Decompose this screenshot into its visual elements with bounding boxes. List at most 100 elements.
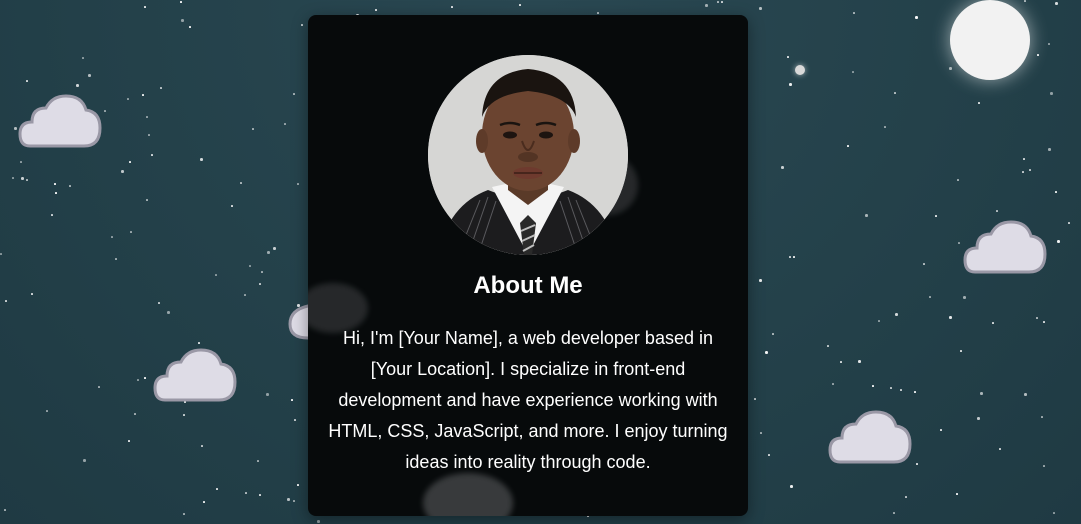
cloud-icon	[18, 92, 102, 148]
star-icon	[231, 205, 233, 207]
star-icon	[12, 177, 14, 179]
star-icon	[1055, 191, 1057, 193]
star-icon	[261, 271, 263, 273]
star-icon	[1055, 2, 1058, 5]
star-icon	[759, 279, 762, 282]
star-icon	[1043, 321, 1045, 323]
star-icon	[1050, 92, 1053, 95]
star-icon	[1023, 158, 1025, 160]
star-icon	[144, 377, 146, 379]
star-icon	[915, 16, 918, 19]
star-icon	[916, 463, 918, 465]
star-icon	[717, 1, 719, 3]
star-icon	[293, 500, 295, 502]
star-icon	[317, 520, 320, 523]
star-icon	[949, 316, 952, 319]
star-icon	[992, 322, 994, 324]
star-icon	[183, 414, 185, 416]
star-icon	[259, 494, 261, 496]
star-icon	[287, 498, 290, 501]
profile-photo-icon	[428, 55, 628, 255]
star-icon	[893, 512, 895, 514]
star-icon	[181, 19, 184, 22]
star-icon	[146, 116, 148, 118]
star-icon	[294, 419, 296, 421]
star-icon	[115, 258, 117, 260]
star-icon	[963, 296, 966, 299]
star-icon	[1024, 0, 1026, 2]
star-icon	[134, 413, 136, 415]
star-icon	[1041, 416, 1043, 418]
star-icon	[878, 320, 880, 322]
star-icon	[216, 488, 218, 490]
star-icon	[215, 274, 217, 276]
star-icon	[273, 247, 276, 250]
star-icon	[768, 454, 770, 456]
star-icon	[1048, 148, 1051, 151]
cloud-icon	[828, 408, 912, 464]
star-icon	[884, 126, 886, 128]
star-icon	[890, 387, 892, 389]
star-icon	[31, 293, 33, 295]
star-icon	[245, 492, 247, 494]
star-icon	[98, 386, 100, 388]
star-icon	[5, 300, 7, 302]
star-icon	[787, 56, 789, 58]
star-icon	[0, 253, 2, 255]
star-icon	[76, 84, 79, 87]
star-icon	[923, 263, 925, 265]
star-icon	[597, 12, 599, 14]
star-icon	[977, 417, 980, 420]
star-icon	[852, 71, 854, 73]
star-icon	[759, 7, 762, 10]
star-icon	[895, 313, 898, 316]
star-icon	[167, 311, 170, 314]
star-icon	[266, 393, 269, 396]
star-icon	[1043, 465, 1045, 467]
star-icon	[956, 493, 958, 495]
star-icon	[1036, 317, 1038, 319]
star-icon	[297, 484, 299, 486]
bio-text: Hi, I'm [Your Name], a web developer bas…	[328, 328, 728, 472]
star-icon	[1057, 240, 1060, 243]
star-icon	[240, 182, 242, 184]
star-icon	[900, 389, 902, 391]
star-icon	[151, 154, 153, 156]
star-icon	[789, 83, 792, 86]
star-icon	[82, 57, 84, 59]
star-icon	[949, 67, 952, 70]
star-icon	[301, 24, 303, 26]
star-icon	[4, 509, 6, 511]
star-icon	[129, 161, 131, 163]
star-icon	[137, 379, 139, 381]
star-icon	[519, 4, 521, 6]
star-icon	[957, 179, 959, 181]
star-icon	[26, 80, 28, 82]
star-icon	[203, 501, 205, 503]
star-icon	[284, 123, 286, 125]
star-icon	[128, 440, 130, 442]
star-icon	[790, 485, 793, 488]
star-icon	[754, 398, 756, 400]
star-icon	[375, 9, 377, 11]
star-icon	[996, 210, 998, 212]
star-icon	[259, 283, 261, 285]
star-icon	[781, 166, 784, 169]
star-icon	[55, 192, 57, 194]
star-icon	[104, 110, 106, 112]
star-icon	[847, 145, 849, 147]
star-icon	[929, 296, 931, 298]
page-title: About Me	[473, 272, 583, 299]
star-icon	[760, 432, 762, 434]
star-icon	[865, 214, 868, 217]
star-icon	[1037, 54, 1039, 56]
moon-icon	[950, 0, 1030, 80]
star-icon	[88, 74, 91, 77]
star-icon	[200, 158, 203, 161]
star-icon	[958, 242, 960, 244]
star-icon	[189, 26, 191, 28]
star-icon	[980, 392, 983, 395]
star-icon	[249, 265, 251, 267]
star-icon	[840, 361, 842, 363]
star-icon	[832, 383, 834, 385]
